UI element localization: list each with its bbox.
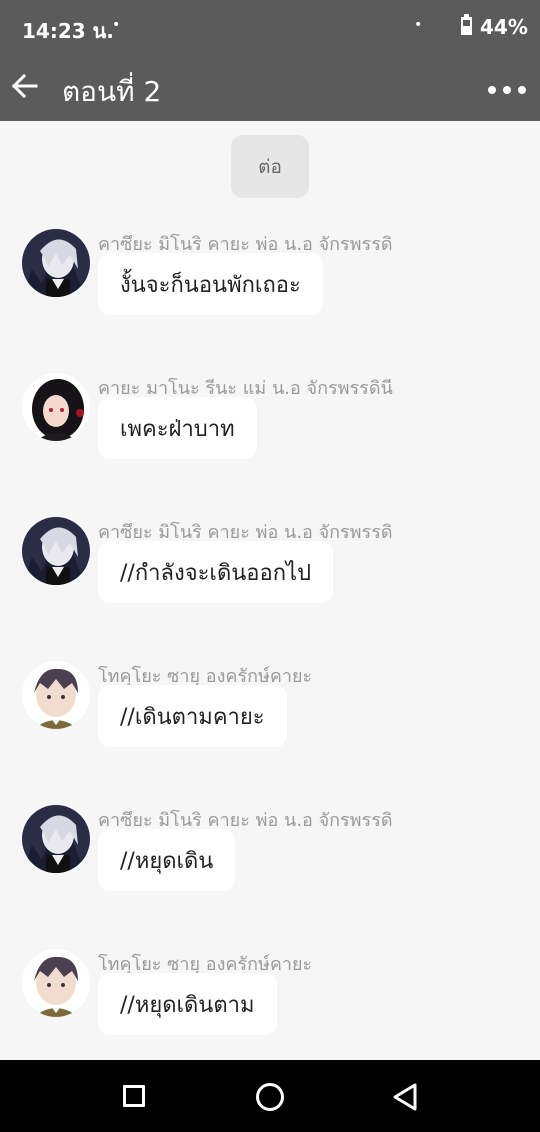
dark-hair-woman-avatar — [22, 373, 90, 441]
chat-message: คาซึยะ มิโนริ คายะ พ่อ น.อ จักรพรรดิ งั้… — [0, 229, 540, 349]
battery-icon — [461, 14, 472, 35]
arrow-left-icon — [11, 73, 38, 99]
notification-dot: • — [112, 17, 121, 33]
white-hair-character-avatar — [22, 229, 90, 297]
message-bubble[interactable]: //กำลังจะเดินออกไป — [98, 541, 334, 603]
back-triangle-icon[interactable] — [392, 1082, 418, 1112]
avatar[interactable] — [22, 661, 90, 729]
message-bubble[interactable]: เพคะฝ่าบาท — [98, 397, 257, 459]
recent-apps-square-icon[interactable] — [123, 1085, 145, 1107]
avatar[interactable] — [22, 229, 90, 297]
brown-hair-boy-avatar — [22, 661, 90, 729]
white-hair-character-avatar — [22, 517, 90, 585]
avatar[interactable] — [22, 517, 90, 585]
page-title: ตอนที่ 2 — [62, 75, 162, 108]
more-horizontal-icon — [488, 86, 496, 94]
system-message: ต่อ — [231, 135, 309, 198]
notification-dot: • — [414, 17, 423, 33]
more-horizontal-icon — [503, 86, 511, 94]
message-bubble[interactable]: //เดินตามคายะ — [98, 685, 287, 747]
more-options-button[interactable] — [484, 68, 530, 108]
white-hair-character-avatar — [22, 805, 90, 873]
message-bubble[interactable]: งั้นจะก็นอนพักเถอะ — [98, 253, 323, 315]
chat-message: โทคุโยะ ซายุ องครักษ์คายะ //หยุดเดินตาม — [0, 949, 540, 1060]
back-button[interactable] — [8, 66, 48, 106]
chat-message: โทคุโยะ ซายุ องครักษ์คายะ //เดินตามคายะ — [0, 661, 540, 781]
status-time: 14:23 น. — [22, 19, 114, 43]
message-bubble[interactable]: //หยุดเดิน — [98, 829, 236, 891]
app-bar: ตอนที่ 2 — [0, 54, 540, 121]
battery-percentage: 44% — [480, 15, 528, 39]
chat-message: คาซึยะ มิโนริ คายะ พ่อ น.อ จักรพรรดิ //ห… — [0, 805, 540, 925]
avatar[interactable] — [22, 805, 90, 873]
status-bar: 14:23 น. • • 44% — [0, 0, 540, 54]
more-horizontal-icon — [518, 86, 526, 94]
chat-message: คายะ มาโนะ รีนะ แม่ น.อ จักรพรรดินี เพคะ… — [0, 373, 540, 493]
home-circle-icon[interactable] — [256, 1083, 284, 1111]
chat-message: คาซึยะ มิโนริ คายะ พ่อ น.อ จักรพรรดิ //ก… — [0, 517, 540, 637]
avatar[interactable] — [22, 373, 90, 441]
chat-thread[interactable]: ต่อ คาซึยะ มิโนริ คายะ พ่อ น.อ จักรพรรดิ… — [0, 121, 540, 1060]
message-bubble[interactable]: //หยุดเดินตาม — [98, 973, 277, 1035]
system-nav-bar — [0, 1060, 540, 1132]
brown-hair-boy-avatar — [22, 949, 90, 1017]
avatar[interactable] — [22, 949, 90, 1017]
